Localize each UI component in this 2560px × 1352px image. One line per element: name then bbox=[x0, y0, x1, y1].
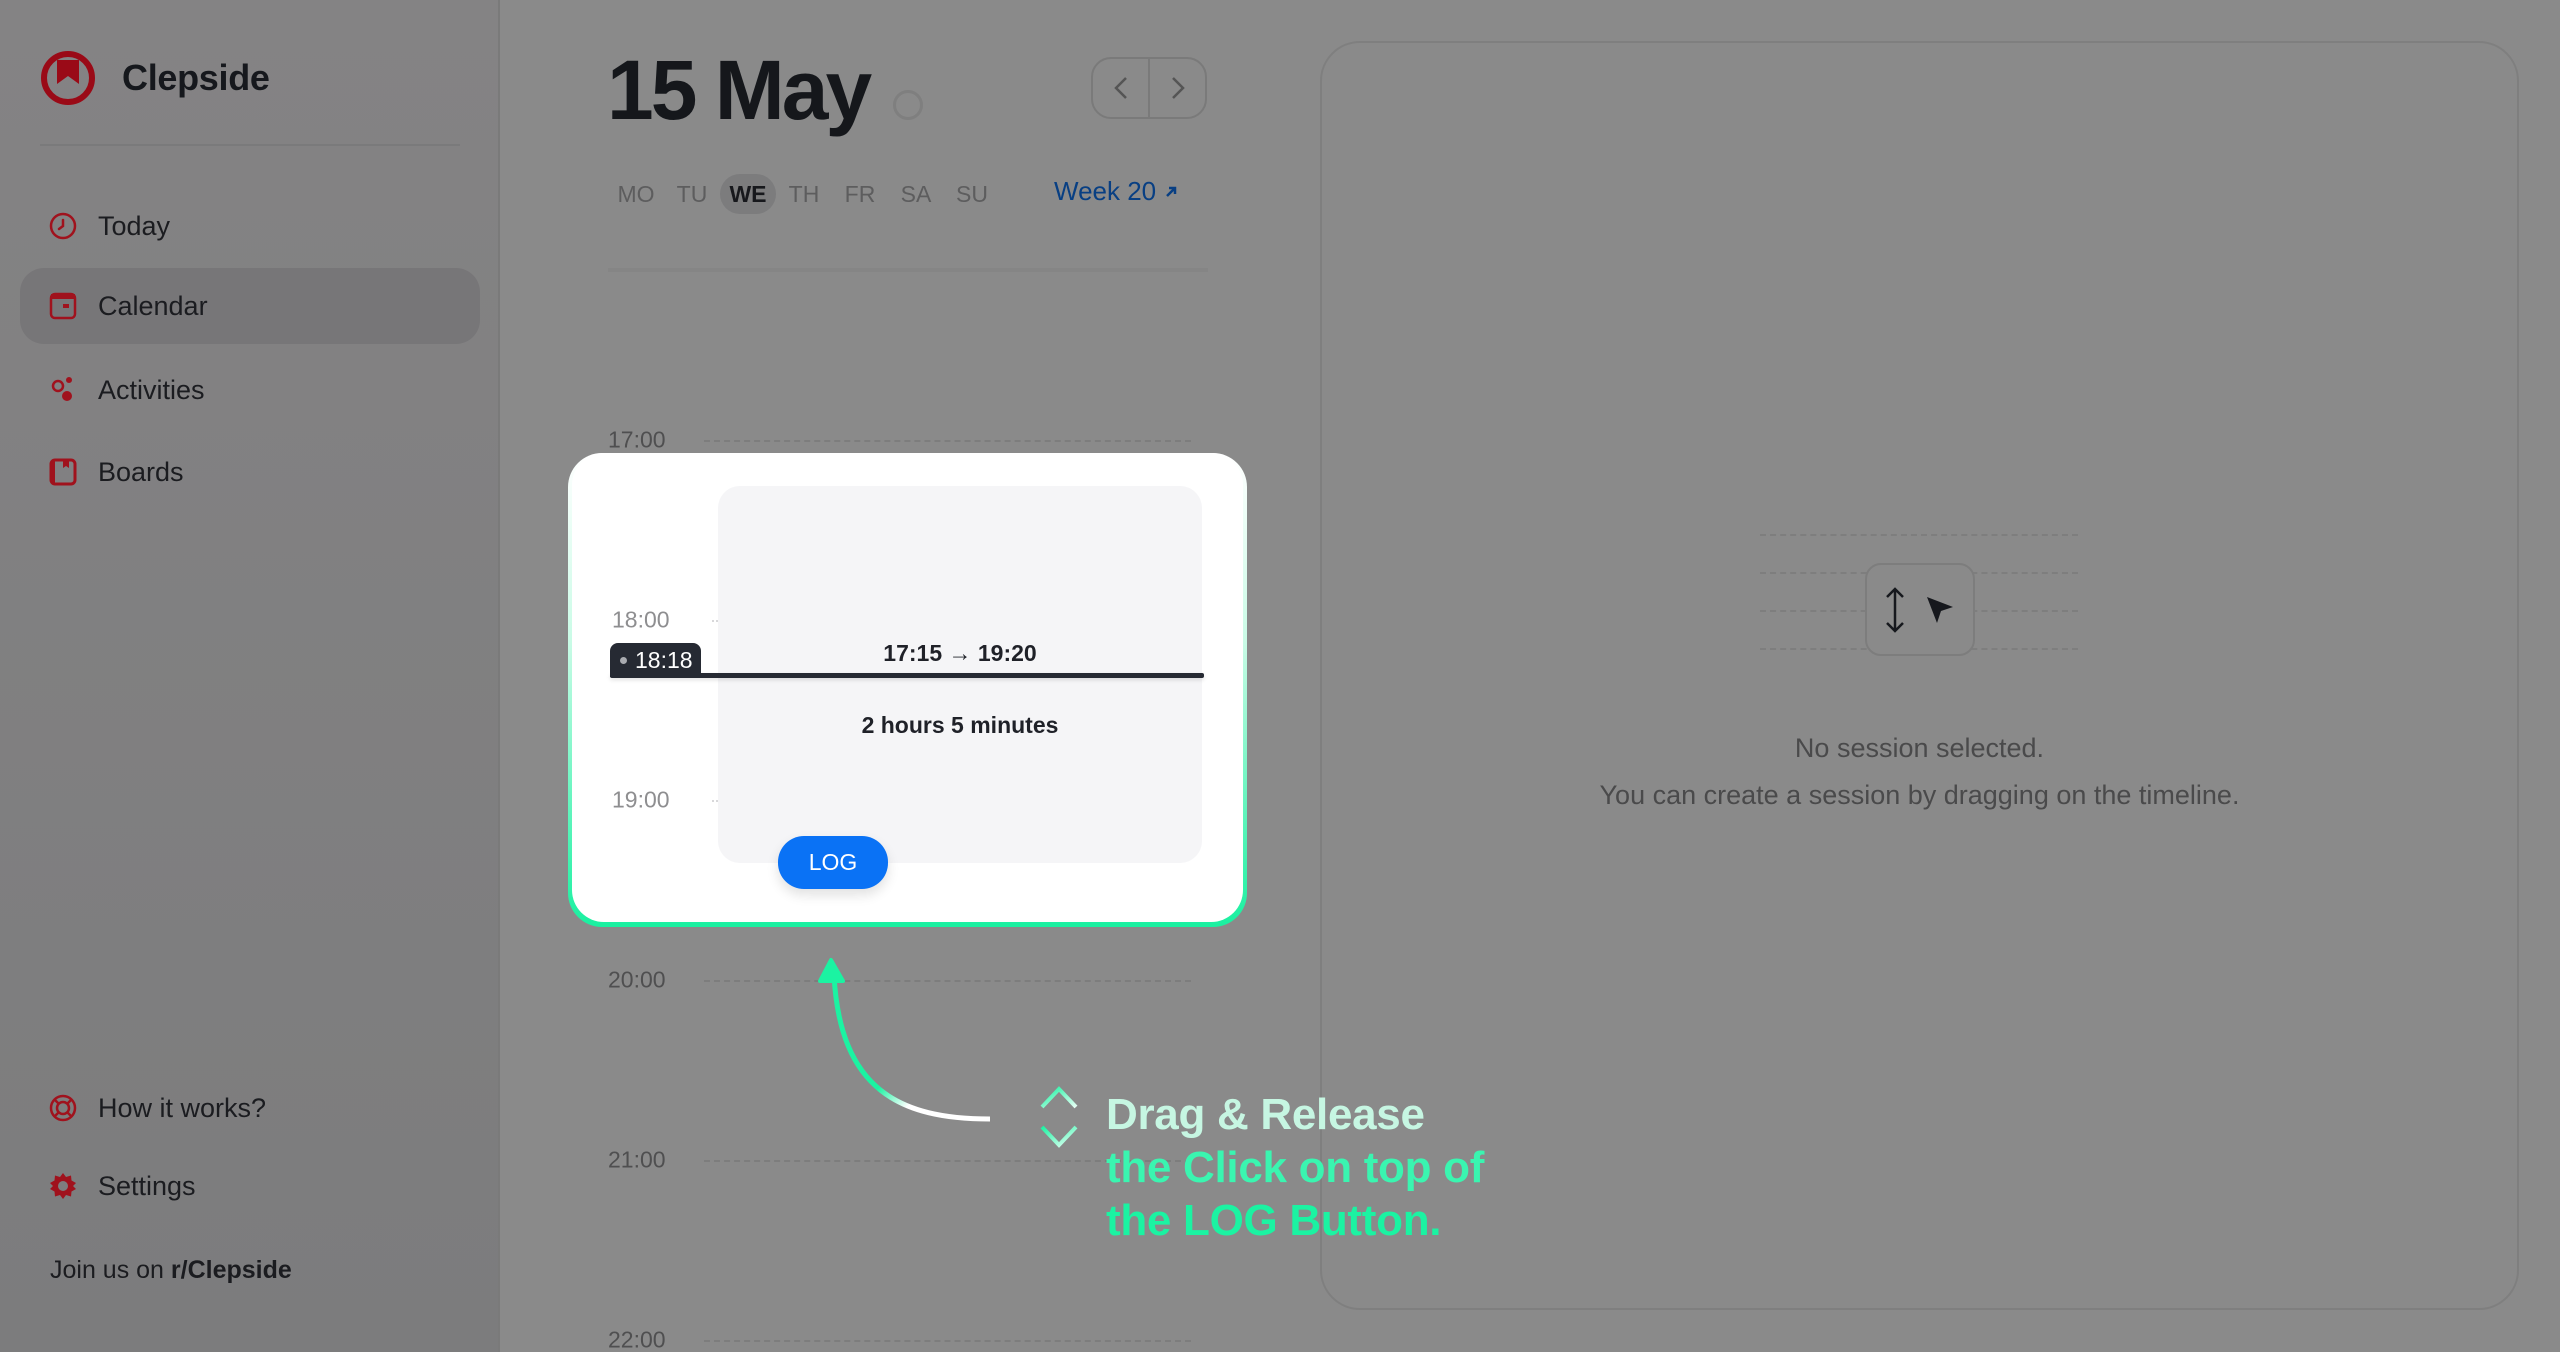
app-name: Clepside bbox=[122, 57, 270, 98]
session-end: 19:20 bbox=[977, 640, 1037, 666]
lifebuoy-icon bbox=[48, 1093, 78, 1123]
sidebar-item-label: How it works? bbox=[98, 1092, 267, 1123]
gear-icon bbox=[48, 1171, 78, 1201]
weekday-selector: MO TU WE TH FR SA SU bbox=[608, 174, 1000, 214]
header-divider bbox=[608, 268, 1208, 272]
empty-state-subtitle: You can create a session by dragging on … bbox=[1599, 780, 2240, 810]
previous-day-button[interactable] bbox=[1093, 59, 1148, 117]
tutorial-line-1: Drag & Release bbox=[1106, 1090, 1425, 1139]
current-time-badge: 18:18 bbox=[610, 643, 701, 677]
calendar-icon bbox=[48, 291, 78, 321]
chevron-down-icon bbox=[1040, 1125, 1078, 1148]
weekday-mo[interactable]: MO bbox=[608, 174, 664, 214]
sidebar-item-label: Activities bbox=[98, 374, 205, 405]
weekday-su[interactable]: SU bbox=[944, 174, 1000, 214]
sidebar-divider bbox=[40, 144, 460, 146]
tutorial-hint: Drag & Release the Click on top of the L… bbox=[1106, 1088, 1484, 1247]
hour-label: 17:00 bbox=[608, 426, 666, 453]
arrow-up-right-icon bbox=[1166, 186, 1177, 197]
arrow-head-icon bbox=[818, 958, 845, 983]
day-navigation bbox=[1091, 57, 1207, 119]
cursor-pointer-icon bbox=[1927, 596, 1953, 623]
chevron-up-icon bbox=[1040, 1086, 1078, 1109]
sidebar-item-settings[interactable]: Settings bbox=[20, 1148, 480, 1224]
tutorial-line-2: the Click on top of bbox=[1106, 1143, 1485, 1192]
next-day-button[interactable] bbox=[1150, 59, 1205, 117]
sidebar: Clepside Today Calendar Activities Board… bbox=[0, 0, 500, 1352]
timeline-window: 18:00 19:00 17:15 → 19:20 2 hours 5 minu… bbox=[572, 453, 1243, 922]
community-subreddit: r/Clepside bbox=[170, 1256, 292, 1284]
brand[interactable]: Clepside bbox=[40, 50, 270, 106]
clock-icon bbox=[48, 211, 78, 241]
current-time-dot-icon bbox=[620, 656, 627, 664]
sync-status-indicator bbox=[893, 90, 923, 120]
clepside-logo-icon bbox=[41, 51, 95, 105]
session-time-range: 17:15 → 19:20 bbox=[718, 640, 1202, 667]
session-duration: 2 hours 5 minutes bbox=[861, 712, 1059, 738]
drag-hint-illustration bbox=[1865, 563, 1975, 656]
weekday-tu[interactable]: TU bbox=[664, 174, 720, 214]
sidebar-item-label: Today bbox=[98, 210, 171, 241]
session-detail-panel bbox=[1320, 41, 2519, 1310]
sidebar-item-how-it-works[interactable]: How it works? bbox=[20, 1070, 480, 1146]
tutorial-line-3: the LOG Button. bbox=[1106, 1196, 1442, 1245]
current-time-label: 18:18 bbox=[635, 646, 693, 673]
community-prefix: Join us on bbox=[50, 1256, 171, 1284]
vertical-resize-icon bbox=[1886, 586, 1904, 633]
sidebar-item-today[interactable]: Today bbox=[20, 188, 480, 264]
sidebar-item-calendar[interactable]: Calendar bbox=[20, 268, 480, 344]
chevron-left-icon bbox=[1113, 77, 1127, 99]
week-link[interactable]: Week 20 bbox=[1054, 176, 1178, 207]
hour-label: 19:00 bbox=[612, 786, 670, 813]
weekday-we[interactable]: WE bbox=[720, 174, 776, 214]
weekday-sa[interactable]: SA bbox=[888, 174, 944, 214]
hour-gridline bbox=[704, 980, 1191, 982]
empty-state-title: No session selected. bbox=[1794, 733, 2045, 763]
sidebar-item-boards[interactable]: Boards bbox=[20, 434, 480, 510]
sidebar-item-label: Boards bbox=[98, 456, 184, 487]
hour-gridline bbox=[704, 1340, 1191, 1342]
log-button[interactable]: LOG bbox=[778, 836, 888, 889]
activities-icon bbox=[48, 375, 78, 405]
hour-label: 20:00 bbox=[608, 966, 666, 993]
hour-label: 18:00 bbox=[612, 606, 670, 633]
board-icon bbox=[48, 457, 78, 487]
hour-label: 22:00 bbox=[608, 1326, 666, 1352]
placeholder-line bbox=[1760, 534, 2078, 536]
arrow-curve bbox=[831, 974, 991, 1122]
weekday-fr[interactable]: FR bbox=[832, 174, 888, 214]
range-arrow-icon: → bbox=[948, 640, 972, 666]
community-link[interactable]: Join us on r/Clepside bbox=[50, 1256, 292, 1285]
sidebar-item-label: Settings bbox=[98, 1170, 196, 1201]
hour-gridline bbox=[704, 440, 1191, 442]
tutorial-highlight-card: 18:00 19:00 17:15 → 19:20 2 hours 5 minu… bbox=[568, 453, 1247, 927]
hour-label: 21:00 bbox=[608, 1146, 666, 1173]
weekday-th[interactable]: TH bbox=[776, 174, 832, 214]
page-title: 15 May bbox=[607, 43, 872, 137]
week-link-label: Week 20 bbox=[1054, 176, 1157, 206]
chevron-right-icon bbox=[1171, 77, 1185, 99]
session-start: 17:15 bbox=[883, 640, 943, 666]
sidebar-item-label: Calendar bbox=[98, 290, 208, 321]
sidebar-item-activities[interactable]: Activities bbox=[20, 352, 480, 428]
